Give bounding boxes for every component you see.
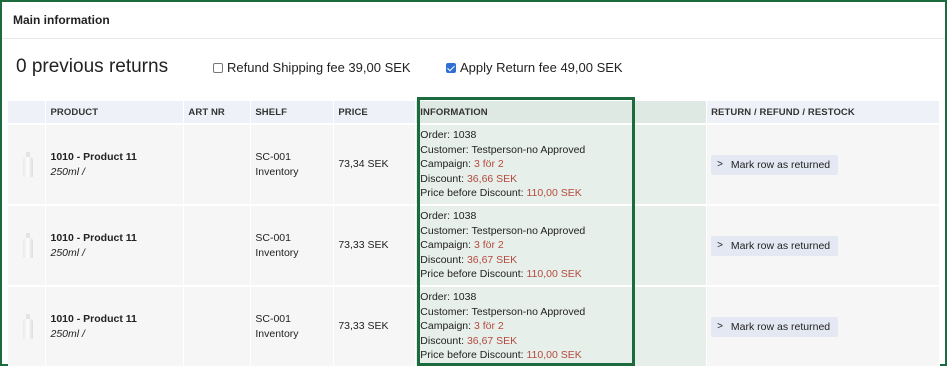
- shelf-code: SC-001: [255, 151, 291, 163]
- discount-label: Discount:: [420, 172, 467, 185]
- price-cell: 73,33 SEK: [333, 204, 417, 286]
- campaign-info: Campaign: 3 för 2: [420, 157, 702, 172]
- product-thumbnail-cell: [8, 285, 47, 366]
- table-row: 1010 - Product 11 250ml / SC-001 Invento…: [8, 123, 940, 205]
- price-before-label: Price before Discount:: [420, 349, 527, 362]
- customer-info: Customer: Testperson-no Approved: [420, 305, 586, 318]
- campaign-value: 3 för 2: [473, 320, 504, 333]
- price-cell: 73,34 SEK: [333, 123, 417, 205]
- section-header: Main information: [2, 2, 945, 39]
- shelf-location: Inventory: [255, 165, 299, 178]
- shelf-code: SC-001: [255, 232, 291, 244]
- mark-row-returned-label: Mark row as returned: [730, 158, 831, 171]
- discount-value: 36,67 SEK: [466, 334, 518, 347]
- chevron-right-icon: >: [717, 240, 723, 251]
- product-cell: 1010 - Product 11 250ml /: [45, 123, 185, 205]
- shelf-code: SC-001: [255, 313, 291, 325]
- order-info: Order: 1038: [420, 291, 477, 304]
- price-before-value: 110,00 SEK: [526, 187, 582, 200]
- customer-info: Customer: Testperson-no Approved: [420, 143, 586, 156]
- campaign-label: Campaign:: [420, 320, 474, 333]
- returns-table: PRODUCT ART NR SHELF PRICE INFORMATION R…: [8, 101, 940, 366]
- column-header-actions: RETURN / REFUND / RESTOCK: [706, 101, 940, 124]
- art-nr-cell: [183, 285, 252, 366]
- discount-label: Discount:: [420, 334, 467, 347]
- product-variant: 250ml /: [50, 246, 85, 259]
- shelf-cell: SC-001 Inventory: [250, 123, 335, 205]
- product-name: 1010 - Product 11: [50, 313, 137, 325]
- apply-return-fee-option[interactable]: Apply Return fee 49,00 SEK: [446, 60, 623, 75]
- information-cell: Order: 1038 Customer: Testperson-no Appr…: [415, 285, 708, 366]
- refund-shipping-label: Refund Shipping fee 39,00 SEK: [227, 60, 411, 75]
- table-row: 1010 - Product 11 250ml / SC-001 Invento…: [8, 204, 940, 286]
- product-thumbnail-cell: [8, 204, 47, 286]
- chevron-right-icon: >: [717, 321, 723, 332]
- information-cell: Order: 1038 Customer: Testperson-no Appr…: [415, 204, 708, 286]
- action-cell: > Mark row as returned: [706, 123, 940, 205]
- customer-info: Customer: Testperson-no Approved: [420, 224, 586, 237]
- discount-value: 36,67 SEK: [466, 253, 518, 266]
- discount-info: Discount: 36,66 SEK: [420, 172, 702, 187]
- price-before-value: 110,00 SEK: [526, 268, 582, 281]
- campaign-value: 3 för 2: [473, 158, 504, 171]
- table-header-row: PRODUCT ART NR SHELF PRICE INFORMATION R…: [8, 101, 940, 124]
- shelf-location: Inventory: [255, 246, 299, 259]
- campaign-info: Campaign: 3 för 2: [420, 238, 702, 253]
- refund-shipping-checkbox[interactable]: [213, 62, 223, 73]
- campaign-label: Campaign:: [420, 239, 474, 252]
- shelf-cell: SC-001 Inventory: [250, 285, 335, 366]
- column-header-shelf: SHELF: [250, 101, 335, 124]
- section-title: Main information: [13, 13, 110, 27]
- column-header-price: PRICE: [333, 101, 417, 124]
- shelf-location: Inventory: [255, 327, 299, 340]
- price-before-label: Price before Discount:: [420, 268, 527, 281]
- shelf-cell: SC-001 Inventory: [250, 204, 335, 286]
- product-cell: 1010 - Product 11 250ml /: [45, 204, 185, 286]
- order-info: Order: 1038: [420, 129, 477, 142]
- column-header-information: INFORMATION: [415, 101, 708, 124]
- discount-label: Discount:: [420, 253, 467, 266]
- product-name: 1010 - Product 11: [50, 232, 137, 244]
- apply-return-fee-checkbox[interactable]: [446, 62, 456, 73]
- price-before-value: 110,00 SEK: [526, 349, 582, 362]
- price-before-info: Price before Discount: 110,00 SEK: [420, 186, 702, 201]
- column-header-product: PRODUCT: [45, 101, 185, 124]
- discount-info: Discount: 36,67 SEK: [420, 253, 702, 268]
- discount-value: 36,66 SEK: [466, 172, 518, 185]
- product-variant: 250ml /: [50, 327, 85, 340]
- column-header-image: [8, 101, 47, 124]
- price-cell: 73,33 SEK: [333, 285, 417, 366]
- product-thumbnail-cell: [8, 123, 47, 205]
- campaign-info: Campaign: 3 för 2: [420, 319, 702, 334]
- art-nr-cell: [183, 123, 252, 205]
- bottle-icon: [18, 232, 38, 260]
- product-variant: 250ml /: [50, 165, 85, 178]
- mark-row-returned-button[interactable]: > Mark row as returned: [711, 316, 839, 337]
- discount-info: Discount: 36,67 SEK: [420, 334, 702, 349]
- bottle-icon: [18, 313, 38, 341]
- price-before-info: Price before Discount: 110,00 SEK: [420, 267, 702, 282]
- product-cell: 1010 - Product 11 250ml /: [45, 285, 185, 366]
- information-cell: Order: 1038 Customer: Testperson-no Appr…: [415, 123, 708, 205]
- campaign-label: Campaign:: [420, 158, 474, 171]
- action-cell: > Mark row as returned: [706, 285, 940, 366]
- refund-shipping-option[interactable]: Refund Shipping fee 39,00 SEK: [213, 60, 411, 75]
- order-info: Order: 1038: [420, 210, 477, 223]
- apply-return-fee-label: Apply Return fee 49,00 SEK: [460, 60, 623, 75]
- art-nr-cell: [183, 204, 252, 286]
- action-cell: > Mark row as returned: [706, 204, 940, 286]
- column-header-art-nr: ART NR: [183, 101, 252, 124]
- bottle-icon: [18, 151, 38, 179]
- table-row: 1010 - Product 11 250ml / SC-001 Invento…: [8, 285, 940, 366]
- mark-row-returned-button[interactable]: > Mark row as returned: [711, 154, 839, 175]
- mark-row-returned-button[interactable]: > Mark row as returned: [711, 235, 839, 256]
- price-before-info: Price before Discount: 110,00 SEK: [420, 348, 702, 363]
- mark-row-returned-label: Mark row as returned: [730, 239, 831, 252]
- product-name: 1010 - Product 11: [50, 151, 137, 163]
- campaign-value: 3 för 2: [473, 239, 504, 252]
- mark-row-returned-label: Mark row as returned: [730, 320, 831, 333]
- price-before-label: Price before Discount:: [420, 187, 527, 200]
- previous-returns-count: 0 previous returns: [16, 56, 169, 77]
- chevron-right-icon: >: [717, 159, 723, 170]
